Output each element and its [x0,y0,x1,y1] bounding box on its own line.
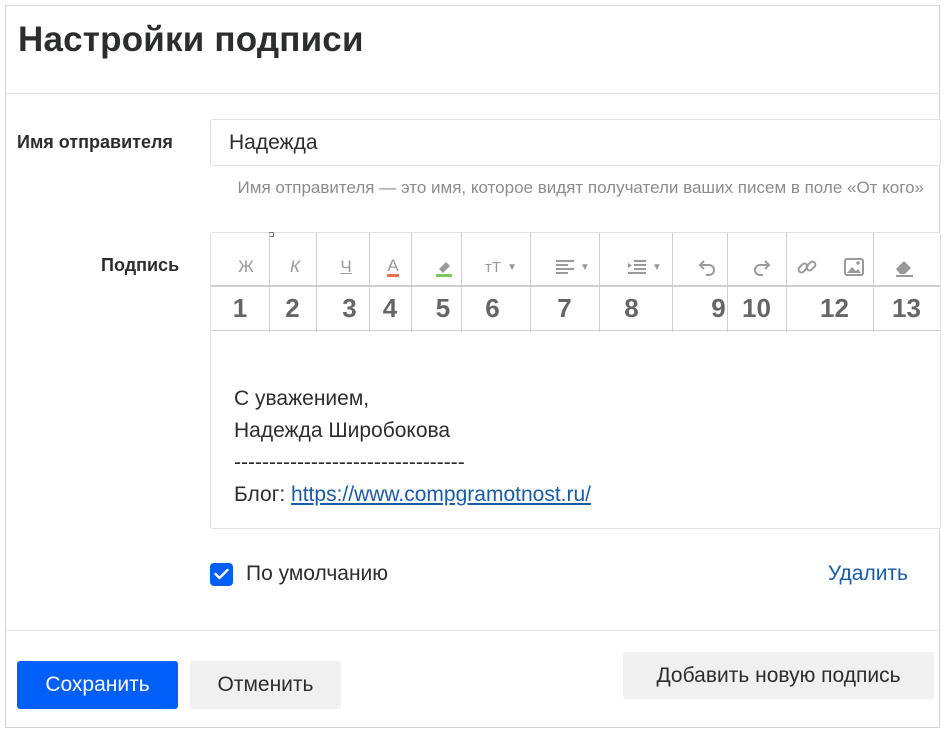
toolbar-number: 7 [557,292,572,323]
bold-icon[interactable]: Ж [233,255,259,279]
toolbar-number: 5 [435,292,451,323]
toolbar-number: 2 [285,292,300,323]
editor-toolbar: Ж К Ч A тТ ▼ ▼ ▼ 1 2 3 4 5 6 7 8 9 10 12… [211,232,940,332]
signature-content[interactable]: С уважением, Надежда Широбокова --------… [234,383,591,511]
redo-icon[interactable] [749,255,775,279]
default-checkbox-row[interactable]: По умолчанию [210,562,388,586]
toolbar-number: 6 [485,292,500,323]
undo-icon[interactable] [694,255,720,279]
footer-divider [6,630,939,631]
align-icon[interactable]: ▼ [553,255,593,279]
default-checkbox-label: По умолчанию [246,562,389,585]
text-color-icon[interactable]: A [380,255,406,279]
image-icon[interactable] [841,255,867,279]
page-title: Настройки подписи [18,20,364,59]
toolbar-number: 10 [742,292,771,323]
toolbar-number: 1 [232,292,248,323]
signature-line-greeting: С уважением, [234,387,370,410]
eraser-icon[interactable] [891,255,917,279]
signature-line-blog: Блог: https://www.compgramotnost.ru/ [234,479,591,511]
italic-icon[interactable]: К [282,255,308,279]
signature-label: Подпись [101,255,180,275]
signature-settings-dialog: Настройки подписи Имя отправителя Имя от… [5,5,941,728]
toolbar-number: 3 [342,292,357,323]
toolbar-number: 13 [892,292,921,323]
blog-label: Блог: [234,483,292,506]
toolbar-number: 8 [624,292,639,323]
link-icon[interactable] [794,255,820,279]
toolbar-number: 9 [711,292,726,323]
indent-icon[interactable]: ▼ [625,255,665,279]
blog-link[interactable]: https://www.compgramotnost.ru/ [291,483,591,506]
checkmark-icon [214,568,229,580]
header-divider [6,93,939,94]
toolbar-number: 4 [382,292,398,323]
add-signature-button[interactable]: Добавить новую подпись [623,652,934,699]
underline-icon[interactable]: Ч [333,255,359,279]
highlight-icon[interactable] [431,255,457,279]
sender-name-input[interactable] [210,119,941,166]
sender-name-hint: Имя отправителя — это имя, которое видят… [237,178,924,197]
font-size-icon[interactable]: тТ ▼ [481,255,521,279]
signature-editor[interactable]: Ж К Ч A тТ ▼ ▼ ▼ 1 2 3 4 5 6 7 8 9 10 12… [210,232,941,529]
cancel-button[interactable]: Отменить [190,661,341,709]
toolbar-number: 12 [820,292,849,323]
signature-line-separator: --------------------------------- [234,451,465,474]
delete-signature-link[interactable]: Удалить [828,562,908,586]
sender-name-label: Имя отправителя [17,132,173,152]
default-checkbox[interactable] [210,562,233,586]
signature-line-name: Надежда Широбокова [234,419,451,442]
save-button[interactable]: Сохранить [17,661,178,709]
